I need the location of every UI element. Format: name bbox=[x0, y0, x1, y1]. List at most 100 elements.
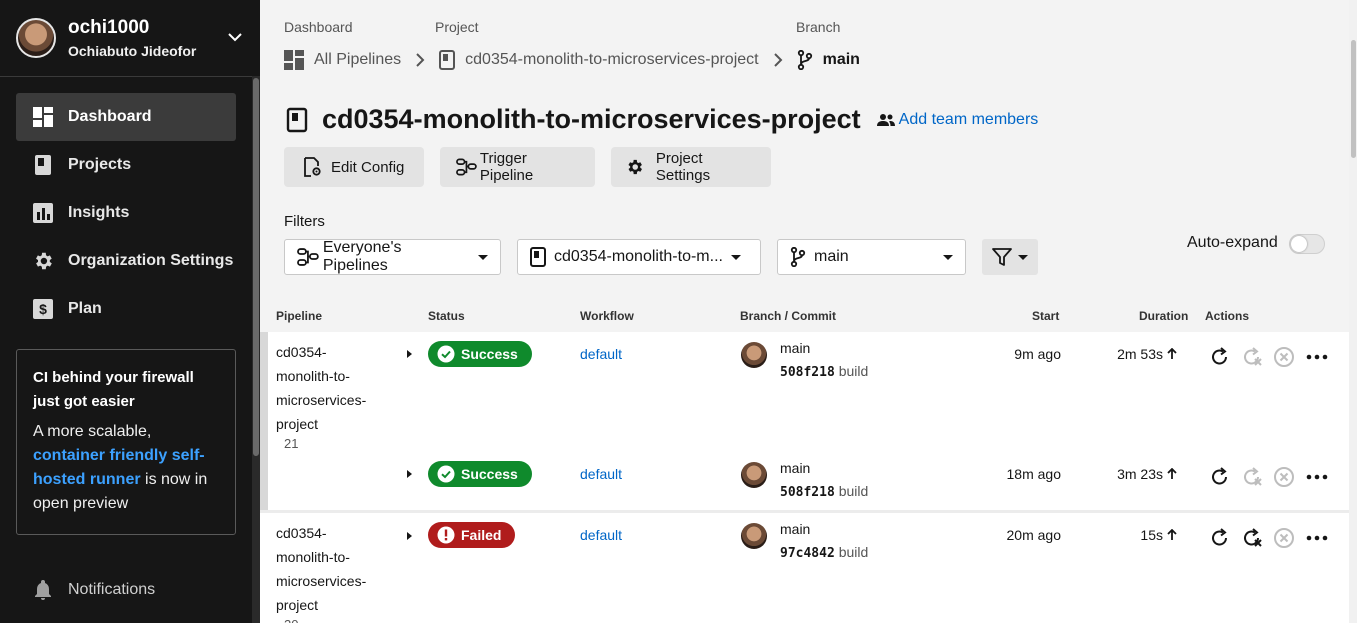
start-time: 20m ago bbox=[1006, 527, 1061, 543]
button-label: Edit Config bbox=[331, 158, 405, 176]
pipeline-name-line: project bbox=[276, 597, 319, 613]
divider bbox=[0, 76, 252, 77]
chevron-down-icon[interactable] bbox=[226, 28, 244, 46]
column-header-start[interactable]: Start bbox=[1032, 309, 1059, 323]
sidebar-item-projects[interactable]: Projects bbox=[16, 141, 236, 189]
cancel-icon[interactable] bbox=[1272, 526, 1296, 550]
add-team-label: Add team members bbox=[898, 110, 1039, 128]
breadcrumb-project[interactable]: cd0354-monolith-to-microservices-project bbox=[439, 50, 759, 70]
promo-text: A more scalable, bbox=[33, 423, 152, 440]
arrow-up-icon bbox=[1167, 468, 1177, 479]
pipeline-name[interactable]: cd0354- monolith-to- microservices- proj… bbox=[276, 340, 386, 436]
rerun-failed-icon[interactable] bbox=[1240, 526, 1264, 550]
git-branch-icon bbox=[790, 247, 806, 267]
auto-expand-toggle[interactable] bbox=[1289, 234, 1325, 254]
sidebar-scrollbar-thumb[interactable] bbox=[253, 78, 259, 456]
cancel-icon[interactable] bbox=[1272, 345, 1296, 369]
alert-circle-icon bbox=[437, 526, 455, 544]
page-scrollbar-thumb[interactable] bbox=[1351, 40, 1356, 158]
workflow-link[interactable]: default bbox=[580, 466, 622, 482]
add-team-members-link[interactable]: Add team members bbox=[876, 110, 1039, 129]
caret-down-icon bbox=[730, 254, 741, 260]
trigger-pipeline-button[interactable]: Trigger Pipeline bbox=[440, 147, 595, 187]
expand-arrow-icon[interactable] bbox=[404, 469, 414, 479]
rerun-icon[interactable] bbox=[1208, 526, 1232, 550]
cancel-icon[interactable] bbox=[1272, 465, 1296, 489]
user-full-name: Ochiabuto Jideofor bbox=[68, 43, 197, 59]
pipeline-icon bbox=[456, 158, 477, 176]
column-header-branch-commit[interactable]: Branch / Commit bbox=[740, 309, 836, 323]
sidebar-item-plan[interactable]: $ Plan bbox=[16, 285, 236, 333]
sidebar-item-dashboard[interactable]: Dashboard bbox=[16, 93, 236, 141]
breadcrumb-text: cd0354-monolith-to-microservices-project bbox=[465, 51, 759, 68]
commit-hash[interactable]: 97c4842 bbox=[780, 546, 835, 561]
sidebar-item-insights[interactable]: Insights bbox=[16, 189, 236, 237]
project-icon bbox=[439, 50, 456, 70]
dollar-icon: $ bbox=[32, 298, 54, 320]
commit-hash[interactable]: 508f218 bbox=[780, 485, 835, 500]
rerun-failed-icon[interactable] bbox=[1240, 465, 1264, 489]
pipeline-name[interactable]: cd0354- monolith-to- microservices- proj… bbox=[276, 521, 386, 617]
workflow-link[interactable]: default bbox=[580, 527, 622, 543]
more-options-icon[interactable] bbox=[1305, 345, 1329, 369]
main-content: Dashboard Project Branch All Pipelines c… bbox=[260, 0, 1349, 623]
status-badge[interactable]: Success bbox=[428, 341, 532, 367]
column-header-workflow[interactable]: Workflow bbox=[580, 309, 634, 323]
user-menu[interactable]: ochi1000 Ochiabuto Jideofor bbox=[16, 16, 246, 60]
project-settings-button[interactable]: Project Settings bbox=[611, 147, 771, 187]
edit-config-button[interactable]: Edit Config bbox=[284, 147, 424, 187]
breadcrumb-branch[interactable]: main bbox=[797, 50, 860, 70]
duration-value: 15s bbox=[1140, 527, 1163, 543]
column-header-status[interactable]: Status bbox=[428, 309, 465, 323]
breadcrumb-label-project: Project bbox=[435, 19, 479, 35]
rerun-failed-icon[interactable] bbox=[1240, 345, 1264, 369]
breadcrumb-all-pipelines[interactable]: All Pipelines bbox=[284, 50, 401, 70]
sidebar-item-organization-settings[interactable]: Organization Settings bbox=[16, 237, 236, 285]
pipeline-name-line: microservices- bbox=[276, 573, 367, 589]
status-badge[interactable]: Failed bbox=[428, 522, 516, 548]
team-icon bbox=[876, 113, 895, 126]
project-icon bbox=[286, 107, 308, 132]
avatar bbox=[741, 342, 767, 368]
gear-icon bbox=[32, 250, 54, 272]
commit-message: build bbox=[838, 544, 869, 560]
username: ochi1000 bbox=[68, 17, 150, 38]
column-header-actions: Actions bbox=[1205, 309, 1250, 323]
select-value: cd0354-monolith-to-m... bbox=[554, 248, 723, 265]
svg-text:$: $ bbox=[39, 301, 47, 317]
pipeline-icon bbox=[297, 248, 319, 266]
column-header-pipeline[interactable]: Pipeline bbox=[276, 309, 322, 323]
toggle-knob bbox=[1291, 236, 1307, 252]
column-header-duration[interactable]: Duration bbox=[1139, 309, 1188, 323]
more-options-icon[interactable] bbox=[1305, 526, 1329, 550]
projects-icon bbox=[32, 154, 54, 176]
commit-hash[interactable]: 508f218 bbox=[780, 365, 835, 380]
status-label: Success bbox=[461, 346, 518, 362]
pipeline-number: 21 bbox=[284, 436, 299, 451]
more-options-icon[interactable] bbox=[1305, 465, 1329, 489]
sidebar-item-notifications[interactable]: Notifications bbox=[16, 566, 236, 614]
dashboard-icon bbox=[32, 106, 54, 128]
sidebar-item-label: Insights bbox=[68, 204, 130, 221]
rerun-icon[interactable] bbox=[1208, 465, 1232, 489]
branch-filter-select[interactable]: main bbox=[777, 239, 966, 275]
caret-down-icon bbox=[943, 254, 953, 260]
check-circle-icon bbox=[437, 465, 455, 483]
commit-message: build bbox=[838, 483, 869, 499]
advanced-filter-button[interactable] bbox=[982, 239, 1038, 275]
bell-icon bbox=[32, 579, 54, 601]
chevron-right-icon bbox=[415, 53, 425, 67]
rerun-icon[interactable] bbox=[1208, 345, 1232, 369]
workflow-link[interactable]: default bbox=[580, 346, 622, 362]
gear-icon bbox=[628, 159, 642, 175]
edit-config-icon bbox=[304, 157, 321, 177]
promo-body: A more scalable, container friendly self… bbox=[33, 420, 219, 516]
branch-name: main bbox=[780, 521, 811, 537]
pipelines-filter-select[interactable]: Everyone's Pipelines bbox=[284, 239, 501, 275]
status-badge[interactable]: Success bbox=[428, 461, 532, 487]
project-filter-select[interactable]: cd0354-monolith-to-m... bbox=[517, 239, 761, 275]
select-value: main bbox=[814, 248, 849, 265]
expand-arrow-icon[interactable] bbox=[404, 349, 414, 359]
expand-arrow-icon[interactable] bbox=[404, 531, 414, 541]
duration: 2m 53s bbox=[1117, 346, 1177, 362]
